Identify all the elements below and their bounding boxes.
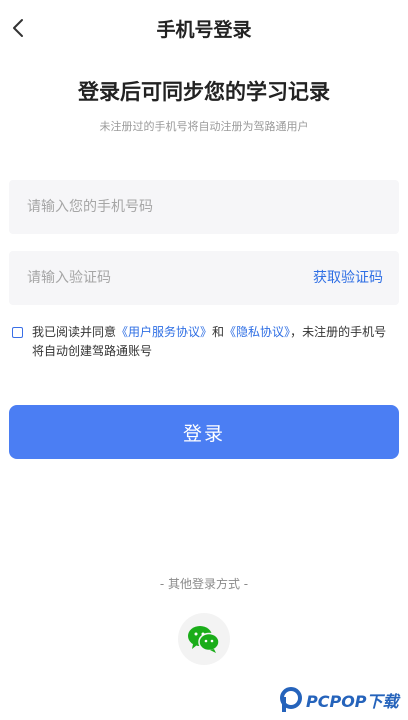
get-code-button[interactable]: 获取验证码 bbox=[313, 251, 383, 305]
agreement-prefix: 我已阅读并同意 bbox=[32, 325, 117, 339]
phone-input[interactable] bbox=[27, 180, 377, 234]
verification-code-input[interactable] bbox=[27, 251, 277, 305]
agreement-checkbox[interactable] bbox=[12, 327, 23, 338]
agreement-and: 和 bbox=[212, 325, 225, 339]
privacy-agreement-link[interactable]: 《隐私协议》 bbox=[224, 325, 290, 339]
page-title: 手机号登录 bbox=[156, 19, 252, 41]
login-subheading: 未注册过的手机号将自动注册为驾路通用户 bbox=[99, 120, 309, 133]
phone-field bbox=[9, 180, 399, 234]
agreement-row: 我已阅读并同意《用户服务协议》和《隐私协议》，未注册的手机号将自动创建驾路通账号 bbox=[12, 323, 396, 361]
wechat-login-button[interactable] bbox=[178, 613, 230, 665]
other-login-label: - 其他登录方式 - bbox=[159, 577, 249, 591]
code-field: 获取验证码 bbox=[9, 251, 399, 305]
login-button[interactable]: 登录 bbox=[9, 405, 399, 459]
top-nav-bar: 手机号登录 bbox=[0, 0, 408, 56]
service-agreement-link[interactable]: 《用户服务协议》 bbox=[116, 325, 212, 339]
agreement-text: 我已阅读并同意《用户服务协议》和《隐私协议》，未注册的手机号将自动创建驾路通账号 bbox=[32, 323, 396, 361]
login-heading: 登录后可同步您的学习记录 bbox=[78, 80, 330, 104]
watermark: PCPOP下载 bbox=[280, 680, 408, 720]
watermark-text: PCPOP下载 bbox=[306, 692, 399, 711]
wechat-icon bbox=[188, 626, 220, 653]
pcpop-logo-icon bbox=[280, 687, 302, 712]
